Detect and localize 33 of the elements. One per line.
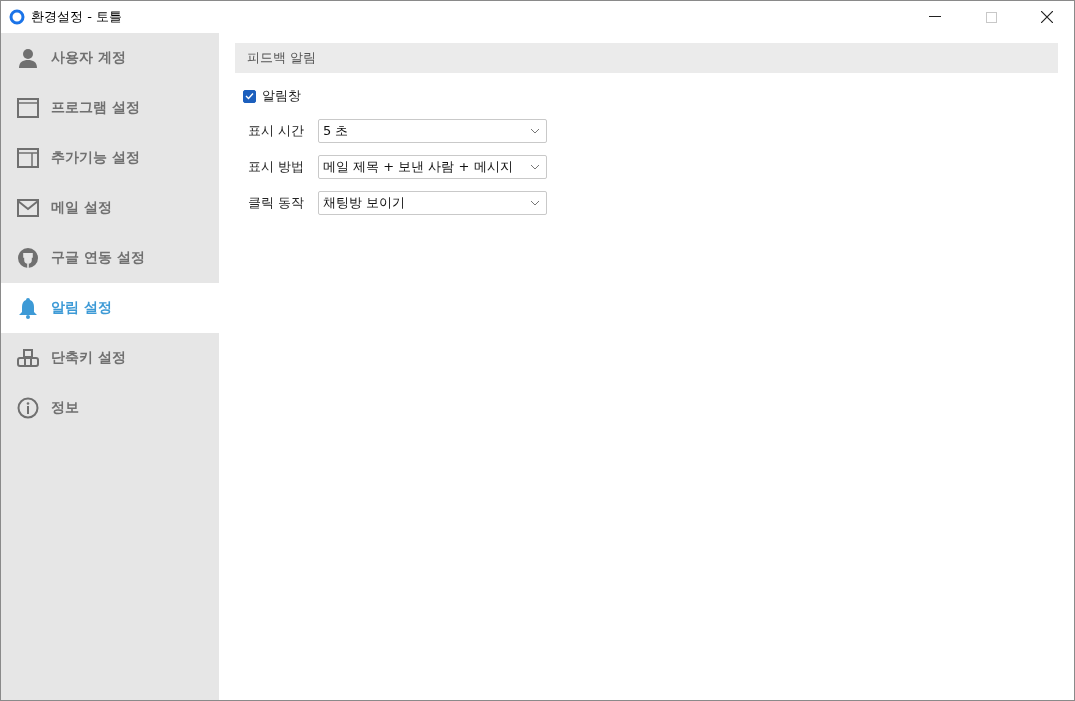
plug-icon (17, 247, 39, 269)
sidebar-item[interactable]: 구글 연동 설정 (1, 233, 219, 283)
window-title: 환경설정 - 토틀 (31, 8, 123, 26)
sidebar-item[interactable]: 사용자 계정 (1, 33, 219, 83)
checkbox-label: 알림창 (262, 87, 301, 105)
checkbox[interactable] (243, 89, 256, 103)
section-header: 피드백 알림 (235, 43, 1058, 73)
envelope-icon (17, 199, 39, 217)
person-icon (17, 47, 39, 69)
panel-icon (17, 148, 39, 168)
dropdown[interactable]: 채팅방 보이기 (318, 191, 547, 215)
chevron-down-icon (530, 200, 540, 206)
sidebar-item[interactable]: 프로그램 설정 (1, 83, 219, 133)
field-label: 표시 방법 (248, 158, 306, 176)
chevron-down-icon (530, 164, 540, 170)
dropdown[interactable]: 5 초 (318, 119, 547, 143)
chevron-down-icon (530, 128, 540, 134)
close-icon (1041, 11, 1053, 23)
keys-icon (17, 348, 39, 368)
dropdown[interactable]: 메일 제목 + 보낸 사람 + 메시지 (318, 155, 547, 179)
sidebar-item[interactable]: 단축키 설정 (1, 333, 219, 383)
sidebar-item[interactable]: 정보 (1, 383, 219, 433)
window-icon (17, 98, 39, 118)
minimize-icon (929, 16, 941, 18)
maximize-icon (985, 11, 997, 23)
field-label: 표시 시간 (248, 122, 306, 140)
app-logo-icon (9, 9, 25, 25)
info-icon (17, 397, 39, 419)
sidebar-item[interactable]: 메일 설정 (1, 183, 219, 233)
sidebar-item[interactable]: 알림 설정 (1, 283, 219, 333)
bell-icon (17, 297, 39, 319)
field-label: 클릭 동작 (248, 194, 306, 212)
sidebar-item[interactable]: 추가기능 설정 (1, 133, 219, 183)
